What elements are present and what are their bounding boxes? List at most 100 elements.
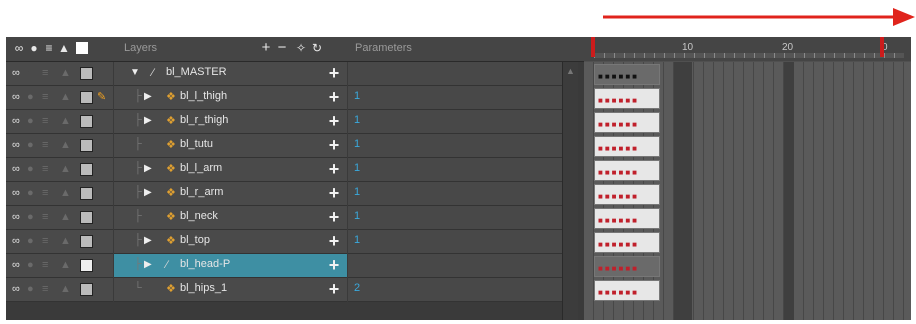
exposure-block[interactable]: ■■■■■■: [594, 136, 660, 157]
stack-toggle-icon[interactable]: ≡: [42, 138, 48, 152]
visibility-toggle-icon[interactable]: ●: [27, 138, 34, 152]
layer-name-cell[interactable]: ▼ ∕ bl_MASTER +: [114, 62, 347, 86]
stack-toggle-icon[interactable]: ≡: [42, 234, 48, 248]
onion-skin-toggle-icon[interactable]: ∞: [12, 282, 20, 296]
stack-toggle-icon[interactable]: ≡: [42, 210, 48, 224]
lock-toggle-icon[interactable]: ▲: [60, 210, 71, 224]
layer-name-cell[interactable]: ├ ▶ ❖ bl_l_thigh +: [114, 86, 347, 110]
add-parameter-icon[interactable]: +: [326, 278, 342, 300]
add-parameter-icon[interactable]: +: [326, 206, 342, 228]
frame-row[interactable]: ■■■■■■: [584, 182, 911, 206]
color-swatch[interactable]: [80, 187, 93, 200]
layer-name-cell[interactable]: ├ ▶ ❖ bl_l_arm +: [114, 158, 347, 182]
add-parameter-icon[interactable]: +: [326, 134, 342, 156]
expand-arrow-icon[interactable]: ▶: [144, 114, 152, 128]
exposure-block[interactable]: ■■■■■■: [594, 184, 660, 205]
layer-name-cell[interactable]: ├ ▶ ❖ bl_top +: [114, 230, 347, 254]
stack-toggle-icon[interactable]: ≡: [42, 186, 48, 200]
visibility-toggle-icon[interactable]: ●: [27, 210, 34, 224]
add-parameter-icon[interactable]: +: [326, 230, 342, 252]
color-swatch[interactable]: [80, 163, 93, 176]
onion-skin-toggle-icon[interactable]: ∞: [12, 114, 20, 128]
parameter-cell[interactable]: 1: [348, 206, 562, 230]
color-swatch[interactable]: [80, 139, 93, 152]
exposure-block[interactable]: ■■■■■■: [594, 160, 660, 181]
stack-toggle-icon[interactable]: ≡: [42, 162, 48, 176]
expand-arrow-icon[interactable]: ▶: [144, 90, 152, 104]
expand-arrow-icon[interactable]: ▶: [144, 258, 152, 272]
exposure-block[interactable]: ■■■■■■: [594, 64, 660, 85]
visibility-toggle-icon[interactable]: ●: [27, 234, 34, 248]
visibility-toggle-icon[interactable]: ●: [27, 90, 34, 104]
keyframe-markers[interactable]: ■■■■■■: [598, 120, 639, 129]
keyframe-markers[interactable]: ■■■■■■: [598, 264, 639, 273]
frame-row[interactable]: ■■■■■■: [584, 158, 911, 182]
stack-toggle-icon[interactable]: ≡: [42, 90, 48, 104]
onion-skin-toggle-icon[interactable]: ∞: [12, 90, 20, 104]
lock-toggle-icon[interactable]: ▲: [60, 258, 71, 272]
parameter-cell[interactable]: 1: [348, 86, 562, 110]
frame-columns[interactable]: ■■■■■■ ■■■■■■ ■■■■■■ ■■■■■■ ■■■■■■ ■■■■■■ ■■■■…: [584, 62, 911, 320]
exposure-block[interactable]: ■■■■■■: [594, 88, 660, 109]
layer-name-cell[interactable]: ├ ▶ ∕ bl_head-P +: [114, 254, 347, 278]
exposure-block[interactable]: ■■■■■■: [594, 112, 660, 133]
visibility-toggle-icon[interactable]: ●: [27, 282, 34, 296]
frame-row[interactable]: ■■■■■■: [584, 230, 911, 254]
onion-skin-toggle-icon[interactable]: ∞: [12, 138, 20, 152]
add-layer-icon[interactable]: +: [259, 40, 273, 55]
color-swatch[interactable]: [80, 115, 93, 128]
frame-row[interactable]: ■■■■■■: [584, 110, 911, 134]
add-parameter-icon[interactable]: +: [326, 86, 342, 108]
timeline-area[interactable]: 10 20 0 ■■■■■■ ■■■■■■ ■■■■■■ ■■■■■■ ■■■■■■ ■■…: [584, 37, 911, 320]
keyframe-markers[interactable]: ■■■■■■: [598, 144, 639, 153]
exposure-block[interactable]: ■■■■■■: [594, 280, 660, 301]
add-peg-icon[interactable]: ✧: [294, 41, 308, 55]
playhead-start[interactable]: [591, 37, 595, 57]
parameter-cell[interactable]: 1: [348, 230, 562, 254]
visibility-toggle-icon[interactable]: ●: [27, 66, 34, 80]
color-swatch[interactable]: [80, 259, 93, 272]
expand-arrow-icon[interactable]: ▶: [144, 186, 152, 200]
exposure-block[interactable]: ■■■■■■: [594, 232, 660, 253]
lock-toggle-icon[interactable]: ▲: [60, 234, 71, 248]
visibility-icon[interactable]: ●: [27, 41, 41, 55]
frame-row[interactable]: ■■■■■■: [584, 86, 911, 110]
scroll-up-icon[interactable]: ▲: [566, 66, 575, 76]
parameter-cell[interactable]: 1: [348, 182, 562, 206]
vertical-scrollbar[interactable]: ▲: [562, 62, 578, 320]
layer-name-cell[interactable]: ├ ▶ ❖ bl_r_thigh +: [114, 110, 347, 134]
frame-ruler[interactable]: 10 20 0: [584, 37, 911, 61]
lock-toggle-icon[interactable]: ▲: [60, 90, 71, 104]
onion-skin-toggle-icon[interactable]: ∞: [12, 162, 20, 176]
keyframe-markers[interactable]: ■■■■■■: [598, 192, 639, 201]
visibility-toggle-icon[interactable]: ●: [27, 258, 34, 272]
keyframe-markers[interactable]: ■■■■■■: [598, 96, 639, 105]
exposure-block[interactable]: ■■■■■■: [594, 208, 660, 229]
stack-toggle-icon[interactable]: ≡: [42, 66, 48, 80]
parameter-cell[interactable]: 1: [348, 110, 562, 134]
onion-skin-toggle-icon[interactable]: ∞: [12, 186, 20, 200]
color-swatch[interactable]: [80, 235, 93, 248]
add-parameter-icon[interactable]: +: [326, 62, 342, 84]
frame-row[interactable]: ■■■■■■: [584, 62, 911, 86]
lock-toggle-icon[interactable]: ▲: [60, 138, 71, 152]
parameter-cell[interactable]: 1: [348, 158, 562, 182]
lock-toggle-icon[interactable]: ▲: [60, 282, 71, 296]
onion-skin-toggle-icon[interactable]: ∞: [12, 66, 20, 80]
stack-toggle-icon[interactable]: ≡: [42, 114, 48, 128]
collapse-arrow-icon[interactable]: ▼: [130, 66, 140, 80]
lock-toggle-icon[interactable]: ▲: [60, 114, 71, 128]
exposure-block[interactable]: ■■■■■■: [594, 256, 660, 277]
layer-name-cell[interactable]: └ ❖ bl_hips_1 +: [114, 278, 347, 302]
lock-toggle-icon[interactable]: ▲: [60, 162, 71, 176]
color-swatch[interactable]: [80, 283, 93, 296]
onion-skin-toggle-icon[interactable]: ∞: [12, 234, 20, 248]
visibility-toggle-icon[interactable]: ●: [27, 186, 34, 200]
add-parameter-icon[interactable]: +: [326, 158, 342, 180]
onion-skin-icon[interactable]: ∞: [12, 41, 26, 55]
parameter-cell[interactable]: [348, 62, 562, 86]
keyframe-markers[interactable]: ■■■■■■: [598, 216, 639, 225]
add-parameter-icon[interactable]: +: [326, 182, 342, 204]
lock-icon[interactable]: ▲: [57, 41, 71, 55]
onion-skin-toggle-icon[interactable]: ∞: [12, 258, 20, 272]
